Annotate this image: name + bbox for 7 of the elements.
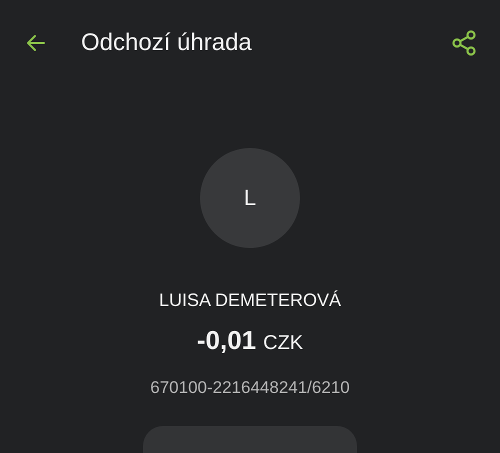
share-icon[interactable]	[450, 29, 478, 57]
amount: -0,01	[196, 325, 256, 356]
avatar: L	[200, 148, 300, 248]
account-number: 670100-2216448241/6210	[150, 378, 350, 398]
recipient-name: LUISA DEMETEROVÁ	[158, 290, 342, 311]
screen-title: Odchozí úhrada	[81, 29, 253, 57]
currency: CZK	[263, 332, 304, 355]
